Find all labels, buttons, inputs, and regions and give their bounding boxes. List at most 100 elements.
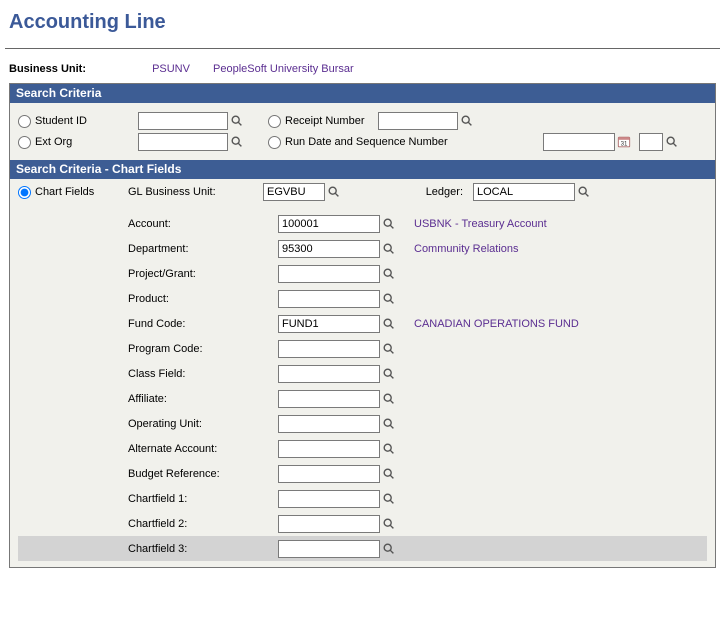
chartfield-row: Affiliate:: [18, 386, 707, 411]
lookup-icon[interactable]: [460, 114, 474, 128]
chartfield-row: Budget Reference:: [18, 461, 707, 486]
chartfield-label: Chartfield 3:: [128, 543, 278, 555]
chartfield-desc: CANADIAN OPERATIONS FUND: [414, 318, 579, 330]
chartfield-label: Budget Reference:: [128, 468, 278, 480]
svg-text:31: 31: [621, 141, 628, 148]
chartfield-input[interactable]: [278, 215, 380, 233]
chartfield-label: Alternate Account:: [128, 443, 278, 455]
chartfield-input[interactable]: [278, 415, 380, 433]
chartfield-label: Operating Unit:: [128, 418, 278, 430]
lookup-icon[interactable]: [382, 542, 396, 556]
chartfield-input[interactable]: [278, 465, 380, 483]
seq-input[interactable]: [639, 133, 663, 151]
lookup-icon[interactable]: [382, 292, 396, 306]
chartfield-input[interactable]: [278, 365, 380, 383]
business-unit-name: PeopleSoft University Bursar: [213, 63, 354, 75]
receipt-input[interactable]: [378, 112, 458, 130]
rundate-radio[interactable]: [268, 136, 281, 149]
chartfield-desc: USBNK - Treasury Account: [414, 218, 547, 230]
chartfield-row: Department: Community Relations: [18, 236, 707, 261]
chartfield-label: Affiliate:: [128, 393, 278, 405]
chartfield-rows: Account: USBNK - Treasury Account Departme…: [10, 209, 715, 561]
chartfield-input[interactable]: [278, 290, 380, 308]
student-id-label: Student ID: [35, 115, 87, 127]
chartfield-input[interactable]: [278, 390, 380, 408]
chartfield-label: Project/Grant:: [128, 268, 278, 280]
chartfield-label: Chartfield 1:: [128, 493, 278, 505]
rundate-label: Run Date and Sequence Number: [285, 136, 448, 148]
chartfield-label: Department:: [128, 243, 278, 255]
chartfield-input[interactable]: [278, 265, 380, 283]
extorg-radio[interactable]: [18, 136, 31, 149]
chartfield-input[interactable]: [278, 540, 380, 558]
lookup-icon[interactable]: [382, 342, 396, 356]
student-id-input[interactable]: [138, 112, 228, 130]
chartfields-radio-label[interactable]: Chart Fields: [18, 186, 128, 199]
lookup-icon[interactable]: [577, 185, 591, 199]
lookup-icon[interactable]: [230, 135, 244, 149]
business-unit-label: Business Unit:: [9, 63, 149, 75]
lookup-icon[interactable]: [382, 492, 396, 506]
lookup-icon[interactable]: [382, 367, 396, 381]
glbu-label: GL Business Unit:: [128, 186, 263, 198]
lookup-icon[interactable]: [327, 185, 341, 199]
chartfield-label: Chartfield 2:: [128, 518, 278, 530]
ledger-label: Ledger:: [353, 186, 473, 198]
lookup-icon[interactable]: [382, 417, 396, 431]
lookup-icon[interactable]: [382, 467, 396, 481]
business-unit-row: Business Unit: PSUNV PeopleSoft Universi…: [5, 59, 720, 83]
lookup-icon[interactable]: [382, 317, 396, 331]
extorg-input[interactable]: [138, 133, 228, 151]
chartfield-input[interactable]: [278, 315, 380, 333]
chartfield-row: Account: USBNK - Treasury Account: [18, 211, 707, 236]
receipt-radio-label[interactable]: Receipt Number: [268, 115, 378, 128]
lookup-icon[interactable]: [230, 114, 244, 128]
chartfield-label: Program Code:: [128, 343, 278, 355]
chartfields-bar: Search Criteria - Chart Fields: [10, 160, 715, 179]
lookup-icon[interactable]: [382, 392, 396, 406]
receipt-radio[interactable]: [268, 115, 281, 128]
page-title: Accounting Line: [5, 5, 720, 46]
lookup-icon[interactable]: [382, 517, 396, 531]
chartfield-row: Chartfield 2:: [18, 511, 707, 536]
chartfield-input[interactable]: [278, 340, 380, 358]
chartfield-row: Project/Grant:: [18, 261, 707, 286]
rundate-input[interactable]: [543, 133, 615, 151]
chartfield-row: Fund Code: CANADIAN OPERATIONS FUND: [18, 311, 707, 336]
chartfield-desc: Community Relations: [414, 243, 519, 255]
chartfield-label: Account:: [128, 218, 278, 230]
lookup-icon[interactable]: [665, 135, 679, 149]
chartfield-input[interactable]: [278, 515, 380, 533]
chartfield-row: Chartfield 1:: [18, 486, 707, 511]
lookup-icon[interactable]: [382, 267, 396, 281]
chartfield-label: Product:: [128, 293, 278, 305]
ledger-input[interactable]: [473, 183, 575, 201]
chartfields-radio[interactable]: [18, 186, 31, 199]
extorg-radio-label[interactable]: Ext Org: [18, 136, 138, 149]
student-id-radio[interactable]: [18, 115, 31, 128]
chartfield-row: Product:: [18, 286, 707, 311]
chartfield-row: Chartfield 3:: [18, 536, 707, 561]
search-criteria-box: Search Criteria Student ID Receipt Numbe…: [9, 83, 716, 568]
lookup-icon[interactable]: [382, 217, 396, 231]
search-criteria-bar: Search Criteria: [10, 84, 715, 103]
chartfield-row: Class Field:: [18, 361, 707, 386]
divider: [5, 48, 720, 49]
chartfield-input[interactable]: [278, 490, 380, 508]
rundate-radio-label[interactable]: Run Date and Sequence Number: [268, 136, 543, 149]
lookup-icon[interactable]: [382, 242, 396, 256]
lookup-icon[interactable]: [382, 442, 396, 456]
glbu-input[interactable]: [263, 183, 325, 201]
chartfield-input[interactable]: [278, 440, 380, 458]
chartfield-input[interactable]: [278, 240, 380, 258]
chartfield-row: Program Code:: [18, 336, 707, 361]
chartfield-label: Fund Code:: [128, 318, 278, 330]
calendar-icon[interactable]: 31: [617, 135, 631, 149]
chartfields-radio-text: Chart Fields: [35, 186, 94, 198]
chartfield-row: Operating Unit:: [18, 411, 707, 436]
student-id-radio-label[interactable]: Student ID: [18, 115, 138, 128]
chartfield-row: Alternate Account:: [18, 436, 707, 461]
chartfield-label: Class Field:: [128, 368, 278, 380]
receipt-label: Receipt Number: [285, 115, 364, 127]
extorg-label: Ext Org: [35, 136, 72, 148]
